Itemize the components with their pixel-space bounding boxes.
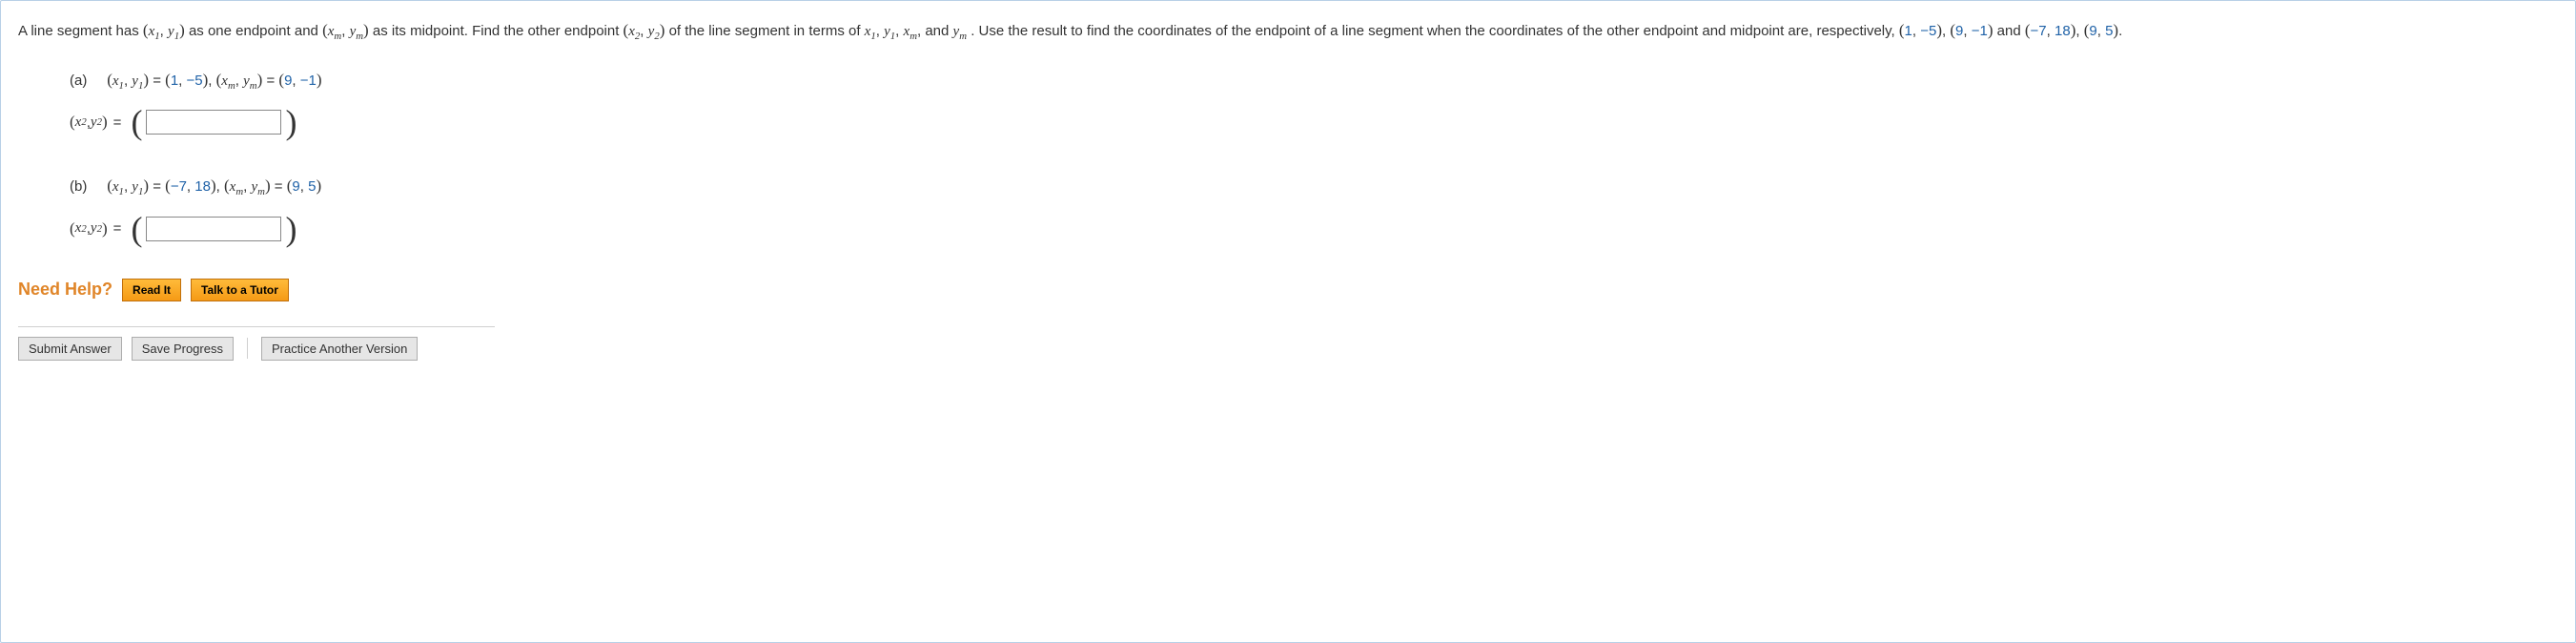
part-a-answer-input[interactable] bbox=[146, 110, 281, 135]
divider-icon bbox=[247, 338, 248, 359]
close-paren-icon: ) bbox=[285, 212, 296, 246]
intro-text-2: as one endpoint and bbox=[189, 23, 322, 39]
part-b-line1: (b) (x1, y1) = (−7, 18), (xm, ym) = (9, … bbox=[70, 172, 2558, 201]
close-paren-icon: ) bbox=[285, 105, 296, 139]
save-progress-button[interactable]: Save Progress bbox=[132, 337, 234, 361]
intro-text-1: A line segment has bbox=[18, 23, 143, 39]
part-b: (b) (x1, y1) = (−7, 18), (xm, ym) = (9, … bbox=[70, 172, 2558, 245]
intro-text-5: . Use the result to find the coordinates… bbox=[971, 23, 1899, 39]
part-a-line1: (a) (x1, y1) = (1, −5), (xm, ym) = (9, −… bbox=[70, 66, 2558, 95]
bottom-bar: Submit Answer Save Progress Practice Ano… bbox=[18, 326, 495, 370]
intro-text-3: as its midpoint. Find the other endpoint bbox=[373, 23, 624, 39]
talk-to-tutor-button[interactable]: Talk to a Tutor bbox=[191, 279, 289, 301]
need-help-row: Need Help? Read It Talk to a Tutor bbox=[18, 279, 2558, 301]
part-a: (a) (x1, y1) = (1, −5), (xm, ym) = (9, −… bbox=[70, 66, 2558, 139]
open-paren-icon: ( bbox=[131, 105, 142, 139]
practice-another-version-button[interactable]: Practice Another Version bbox=[261, 337, 418, 361]
submit-answer-button[interactable]: Submit Answer bbox=[18, 337, 122, 361]
part-b-answer-line: (x2, y2) = ( ) bbox=[70, 212, 2558, 246]
part-a-answer-line: (x2, y2) = ( ) bbox=[70, 105, 2558, 139]
read-it-button[interactable]: Read It bbox=[122, 279, 181, 301]
question-intro: A line segment has (x1, y1) as one endpo… bbox=[18, 12, 2558, 49]
need-help-label: Need Help? bbox=[18, 280, 112, 300]
open-paren-icon: ( bbox=[131, 212, 142, 246]
part-a-label: (a) bbox=[70, 73, 87, 89]
part-b-answer-input[interactable] bbox=[146, 217, 281, 241]
intro-text-4: of the line segment in terms of bbox=[669, 23, 865, 39]
part-b-label: (b) bbox=[70, 178, 87, 195]
question-container: A line segment has (x1, y1) as one endpo… bbox=[0, 0, 2576, 643]
